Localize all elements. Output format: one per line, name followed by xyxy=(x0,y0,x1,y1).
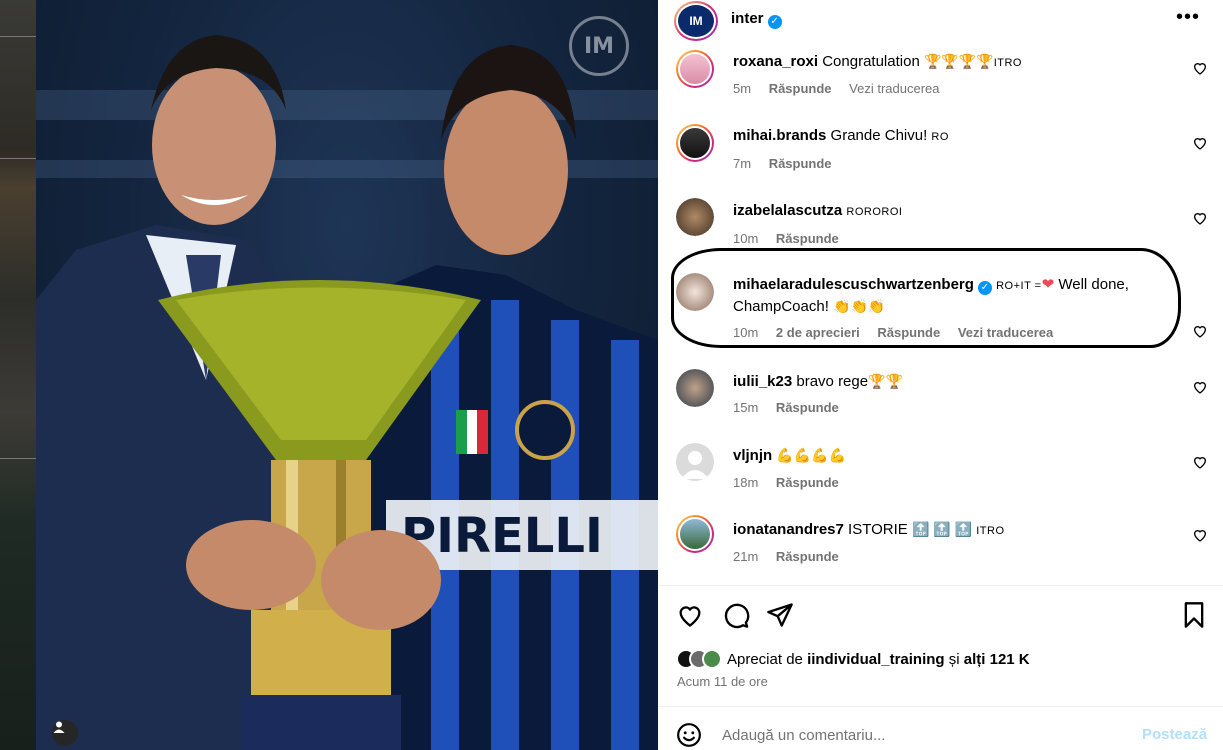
red-heart-emoji: ❤ xyxy=(1041,276,1055,293)
divider xyxy=(658,585,1223,586)
post-timestamp[interactable]: Acum 11 de ore xyxy=(677,674,768,689)
comment-flag-tag: RO+IT = xyxy=(996,280,1042,292)
likes-count[interactable]: alți 121 K xyxy=(964,651,1030,668)
commenter-avatar[interactable] xyxy=(676,198,714,236)
comment-meta: 5m Răspunde Vezi traducerea xyxy=(733,81,954,96)
post-details-panel: IM inter ✓ ••• roxana_roxi Congratulation… xyxy=(658,0,1223,750)
comment-input[interactable] xyxy=(722,722,1122,748)
comment-body: ionatanandres7 ISTORIE 🔝 🔝 🔝 ITRO xyxy=(733,519,1173,541)
comment-flag-tag: ITRO xyxy=(993,57,1022,69)
comment-body: iulii_k23 bravo rege🏆🏆 xyxy=(733,371,1173,392)
verified-badge-icon: ✓ xyxy=(977,281,992,295)
comment-likes-count[interactable]: 2 de aprecieri xyxy=(776,325,860,340)
like-comment-heart-icon[interactable] xyxy=(1192,323,1208,339)
comment-text: Grande Chivu! xyxy=(830,127,928,144)
liker-avatar xyxy=(702,649,722,669)
save-bookmark-icon[interactable] xyxy=(1180,601,1208,629)
inter-logo-watermark: IM xyxy=(569,16,629,76)
reply-button[interactable]: Răspunde xyxy=(769,156,832,171)
comment-bubble-icon[interactable] xyxy=(722,601,750,629)
comment-text: bravo rege xyxy=(796,373,869,390)
comment-emoji: 🏆🏆🏆🏆 xyxy=(923,53,994,69)
comment-time: 15m xyxy=(733,400,759,415)
commenter-avatar[interactable] xyxy=(676,369,714,407)
comment-meta: 21m Răspunde xyxy=(733,549,853,564)
comment-username[interactable]: roxana_roxi xyxy=(733,53,818,70)
divider xyxy=(658,706,1223,707)
see-translation-link[interactable]: Vezi traducerea xyxy=(958,325,1053,340)
default-avatar-icon[interactable] xyxy=(676,443,714,481)
comment-emoji: 👏👏👏 xyxy=(833,298,886,314)
post-actions-bar xyxy=(658,596,1223,636)
comment-username[interactable]: vljnjn xyxy=(733,447,772,464)
like-comment-heart-icon[interactable] xyxy=(1192,135,1208,151)
comment-flag-tag: ROROROI xyxy=(846,206,903,218)
comments-list[interactable]: roxana_roxi Congratulation 🏆🏆🏆🏆ITRO 5m R… xyxy=(658,40,1223,585)
account-name[interactable]: inter ✓ xyxy=(731,10,782,29)
liker-username[interactable]: iindividual_training xyxy=(807,651,945,668)
reply-button[interactable]: Răspunde xyxy=(769,81,832,96)
comment-time: 7m xyxy=(733,156,752,171)
comment-time: 10m xyxy=(733,325,759,340)
comment-meta: 18m Răspunde xyxy=(733,475,853,490)
like-comment-heart-icon[interactable] xyxy=(1192,527,1208,543)
comment-body: roxana_roxi Congratulation 🏆🏆🏆🏆ITRO xyxy=(733,51,1173,73)
post-comment-button[interactable]: Postează xyxy=(1142,726,1207,743)
see-translation-link[interactable]: Vezi traducerea xyxy=(849,81,939,96)
like-comment-heart-icon[interactable] xyxy=(1192,379,1208,395)
comment-username[interactable]: mihaelaradulescuschwartzenberg xyxy=(733,276,974,293)
comment-meta: 15m Răspunde xyxy=(733,400,853,415)
account-avatar[interactable]: IM xyxy=(674,1,718,41)
comment-meta: 10m 2 de aprecieri Răspunde Vezi traduce… xyxy=(733,325,1067,340)
share-send-icon[interactable] xyxy=(766,601,794,629)
comment-time: 5m xyxy=(733,81,752,96)
comment-flag-tag: ITRO xyxy=(976,525,1005,537)
comment-text: Congratulation xyxy=(822,53,920,70)
like-comment-heart-icon[interactable] xyxy=(1192,60,1208,76)
reply-button[interactable]: Răspunde xyxy=(776,549,839,564)
more-options-icon[interactable]: ••• xyxy=(1176,6,1200,29)
commenter-avatar[interactable] xyxy=(676,124,714,162)
likes-text: Apreciat de iindividual_training și alți… xyxy=(727,650,1030,668)
commenter-avatar[interactable] xyxy=(676,50,714,88)
emoji-picker-icon[interactable] xyxy=(676,722,702,748)
tagged-user-icon[interactable] xyxy=(52,720,78,746)
reply-button[interactable]: Răspunde xyxy=(776,400,839,415)
comment-text: ISTORIE xyxy=(848,521,908,538)
reply-button[interactable]: Răspunde xyxy=(776,475,839,490)
verified-badge-icon: ✓ xyxy=(767,15,782,29)
comment-composer: Postează xyxy=(658,716,1223,750)
reply-button[interactable]: Răspunde xyxy=(877,325,940,340)
commenter-avatar[interactable] xyxy=(676,273,714,311)
comment-username[interactable]: iulii_k23 xyxy=(733,373,792,390)
comment-body: vljnjn 💪💪💪💪 xyxy=(733,445,1173,466)
comment-time: 10m xyxy=(733,231,759,246)
like-comment-heart-icon[interactable] xyxy=(1192,210,1208,226)
likes-summary[interactable]: Apreciat de iindividual_training și alți… xyxy=(676,648,1030,670)
comment-body: mihaelaradulescuschwartzenberg ✓ RO+IT =❤… xyxy=(733,275,1173,317)
comment-meta: 10m Răspunde xyxy=(733,231,853,246)
reply-button[interactable]: Răspunde xyxy=(776,231,839,246)
comment-meta: 7m Răspunde xyxy=(733,156,846,171)
post-header: IM inter ✓ ••• xyxy=(658,0,1223,41)
like-heart-icon[interactable] xyxy=(676,601,704,629)
comment-flag-tag: RO xyxy=(931,131,949,143)
comment-time: 21m xyxy=(733,549,759,564)
comment-body: mihai.brands Grande Chivu! RO xyxy=(733,126,1173,147)
comment-username[interactable]: ionatanandres7 xyxy=(733,521,844,538)
instagram-post-view: PIRELLI IM IM inter ✓ ••• roxana_roxi Co… xyxy=(0,0,1223,750)
photo-illustration: PIRELLI xyxy=(36,35,658,750)
comment-username[interactable]: mihai.brands xyxy=(733,127,826,144)
comment-emoji: 🏆🏆 xyxy=(868,373,903,389)
comment-username[interactable]: izabelalascutza xyxy=(733,202,842,219)
post-photo[interactable]: PIRELLI IM xyxy=(36,0,658,750)
comment-emoji: 🔝 🔝 🔝 xyxy=(911,521,973,537)
like-comment-heart-icon[interactable] xyxy=(1192,454,1208,470)
background-feed-strip xyxy=(0,0,36,750)
commenter-avatar[interactable] xyxy=(676,515,714,553)
comment-emoji: 💪💪💪💪 xyxy=(776,447,847,463)
comment-body: izabelalascutza ROROROI xyxy=(733,201,1173,222)
comment-time: 18m xyxy=(733,475,759,490)
